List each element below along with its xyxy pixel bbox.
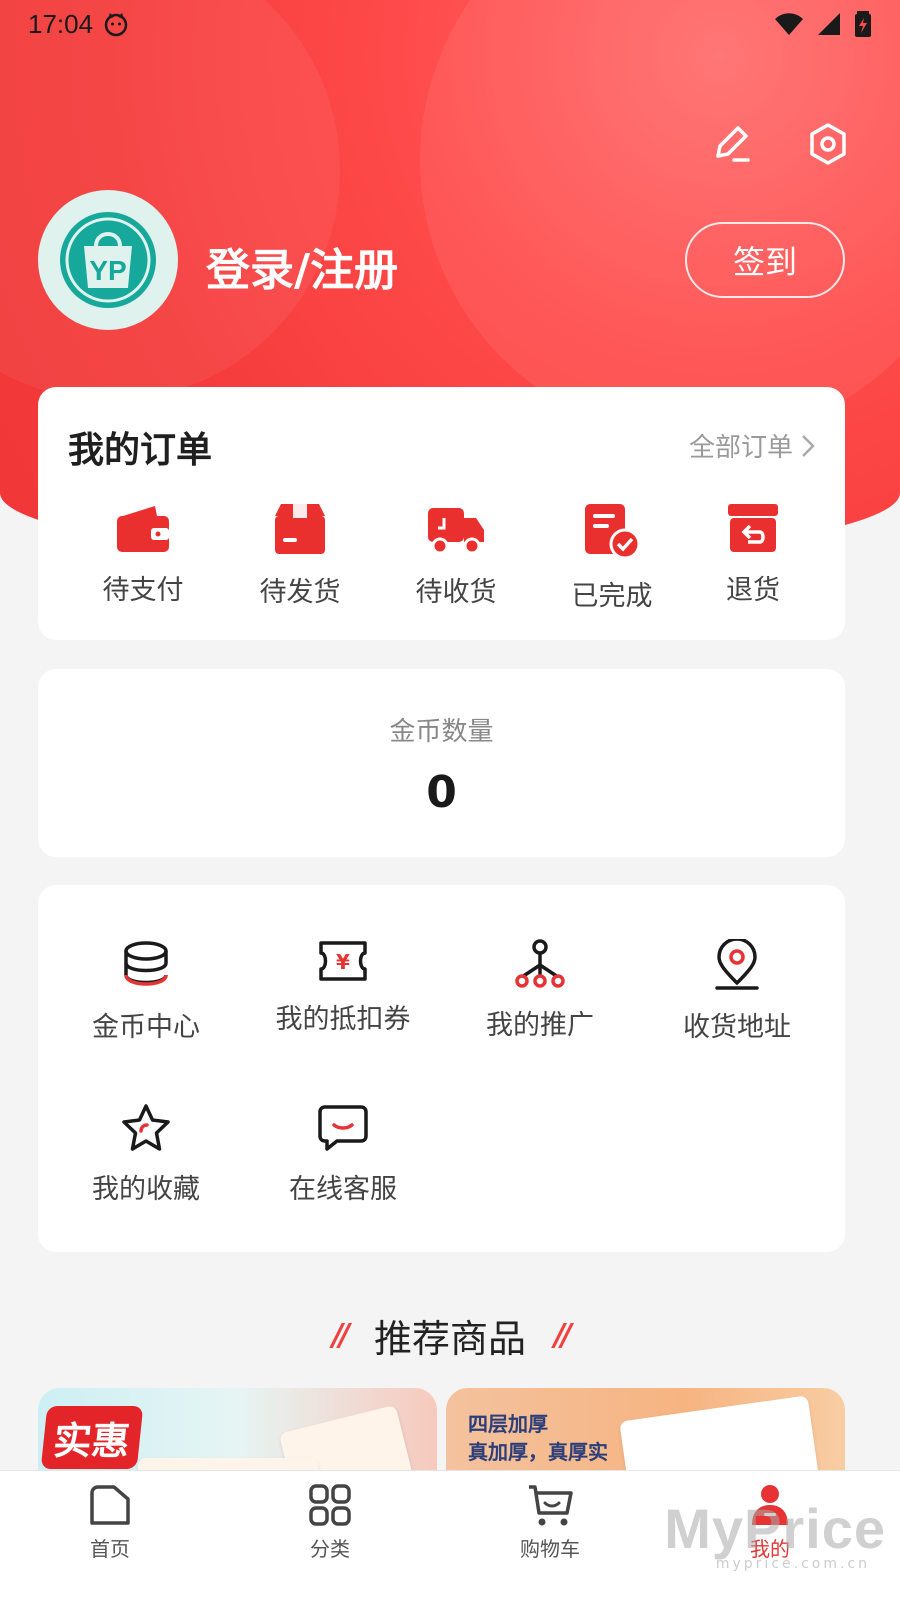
edit-icon[interactable] bbox=[710, 122, 754, 166]
order-item-label: 退货 bbox=[726, 575, 780, 606]
network-icon bbox=[515, 939, 565, 988]
package-icon bbox=[275, 504, 325, 554]
chat-icon bbox=[318, 1105, 368, 1151]
order-completed[interactable]: 已完成 bbox=[552, 502, 672, 613]
nav-label: 首页 bbox=[90, 1537, 130, 1561]
all-orders-label: 全部订单 bbox=[688, 433, 793, 463]
coin-center-item[interactable]: 金币中心 bbox=[48, 939, 244, 1044]
watermark-url: myprice.com.cn bbox=[715, 1556, 870, 1572]
decor-circle bbox=[0, 0, 340, 400]
battery-icon bbox=[855, 11, 871, 37]
orders-card: 我的订单 全部订单 待支付 待发货 待收货 已完成 退货 bbox=[38, 387, 845, 640]
document-check-icon bbox=[585, 504, 641, 560]
coins-card[interactable]: 金币数量 0 bbox=[38, 669, 845, 857]
menu-item-label: 在线客服 bbox=[289, 1174, 397, 1205]
menu-item-label: 我的推广 bbox=[486, 1010, 594, 1041]
svg-text:YP: YP bbox=[89, 255, 126, 286]
star-icon bbox=[122, 1104, 170, 1151]
decor-circle bbox=[420, 0, 900, 440]
order-pending-payment[interactable]: 待支付 bbox=[83, 502, 203, 607]
coins-value: 0 bbox=[426, 767, 457, 818]
product-promo-text: 四层加厚 真加厚，真厚实 bbox=[468, 1410, 608, 1466]
services-card: 金币中心 ¥ 我的抵扣券 我的推广 收货地址 我的收藏 在线客服 bbox=[38, 885, 845, 1252]
nav-label: 分类 bbox=[310, 1537, 350, 1561]
cart-icon bbox=[529, 1485, 573, 1526]
decor-slash-icon: // bbox=[554, 1318, 572, 1353]
coins-label: 金币数量 bbox=[389, 717, 494, 747]
order-returns[interactable]: 退货 bbox=[693, 502, 813, 607]
order-item-label: 待发货 bbox=[259, 577, 341, 608]
avatar[interactable]: YP bbox=[38, 190, 178, 330]
shopping-bag-logo-icon: YP bbox=[60, 212, 156, 308]
orders-title: 我的订单 bbox=[68, 430, 213, 471]
home-icon bbox=[90, 1485, 130, 1525]
order-item-label: 待收货 bbox=[415, 577, 497, 608]
coin-stack-icon bbox=[124, 941, 168, 986]
nav-cart[interactable]: 购物车 bbox=[490, 1483, 610, 1562]
wallet-icon bbox=[117, 506, 169, 552]
nav-category[interactable]: 分类 bbox=[270, 1483, 390, 1562]
menu-item-label: 收货地址 bbox=[683, 1012, 791, 1043]
favorites-item[interactable]: 我的收藏 bbox=[48, 1103, 244, 1206]
status-time: 17:04 bbox=[28, 8, 94, 39]
signal-icon bbox=[818, 13, 840, 35]
coupon-icon: ¥ bbox=[319, 941, 367, 981]
status-bar: 17:04 bbox=[0, 0, 900, 48]
product-promo-line: 真加厚，真厚实 bbox=[468, 1440, 608, 1464]
menu-item-label: 我的抵扣券 bbox=[275, 1004, 411, 1035]
header-actions bbox=[710, 122, 850, 166]
order-pending-shipment[interactable]: 待发货 bbox=[240, 502, 360, 609]
return-box-icon bbox=[728, 504, 778, 552]
discount-tag: 实惠 bbox=[40, 1406, 144, 1469]
menu-item-label: 金币中心 bbox=[92, 1012, 200, 1043]
chevron-right-icon bbox=[802, 434, 815, 457]
order-pending-receipt[interactable]: 待收货 bbox=[396, 502, 516, 609]
login-register-link[interactable]: 登录/注册 bbox=[206, 234, 398, 298]
menu-item-label: 我的收藏 bbox=[92, 1174, 200, 1205]
nav-label: 购物车 bbox=[520, 1537, 580, 1561]
grid-icon bbox=[309, 1484, 351, 1526]
cat-notification-icon bbox=[104, 13, 128, 37]
customer-service-item[interactable]: 在线客服 bbox=[245, 1103, 441, 1206]
all-orders-link[interactable]: 全部订单 bbox=[689, 427, 815, 464]
recommend-header: // 推荐商品 // bbox=[0, 1308, 900, 1363]
product-promo-line: 四层加厚 bbox=[468, 1412, 548, 1436]
settings-icon[interactable] bbox=[806, 122, 850, 166]
wifi-icon bbox=[775, 13, 803, 36]
watermark: MyPrice bbox=[664, 1497, 886, 1560]
promotion-item[interactable]: 我的推广 bbox=[442, 939, 638, 1042]
svg-text:¥: ¥ bbox=[336, 950, 350, 974]
address-item[interactable]: 收货地址 bbox=[639, 939, 835, 1044]
location-pin-icon bbox=[715, 939, 759, 990]
sign-in-button[interactable]: 签到 bbox=[685, 222, 845, 298]
decor-slash-icon: // bbox=[332, 1318, 350, 1353]
recommend-title: 推荐商品 bbox=[373, 1317, 526, 1361]
order-item-label: 待支付 bbox=[102, 575, 184, 606]
truck-icon bbox=[428, 508, 484, 555]
coupons-item[interactable]: ¥ 我的抵扣券 bbox=[245, 939, 441, 1036]
nav-home[interactable]: 首页 bbox=[50, 1483, 170, 1562]
order-item-label: 已完成 bbox=[571, 581, 653, 612]
